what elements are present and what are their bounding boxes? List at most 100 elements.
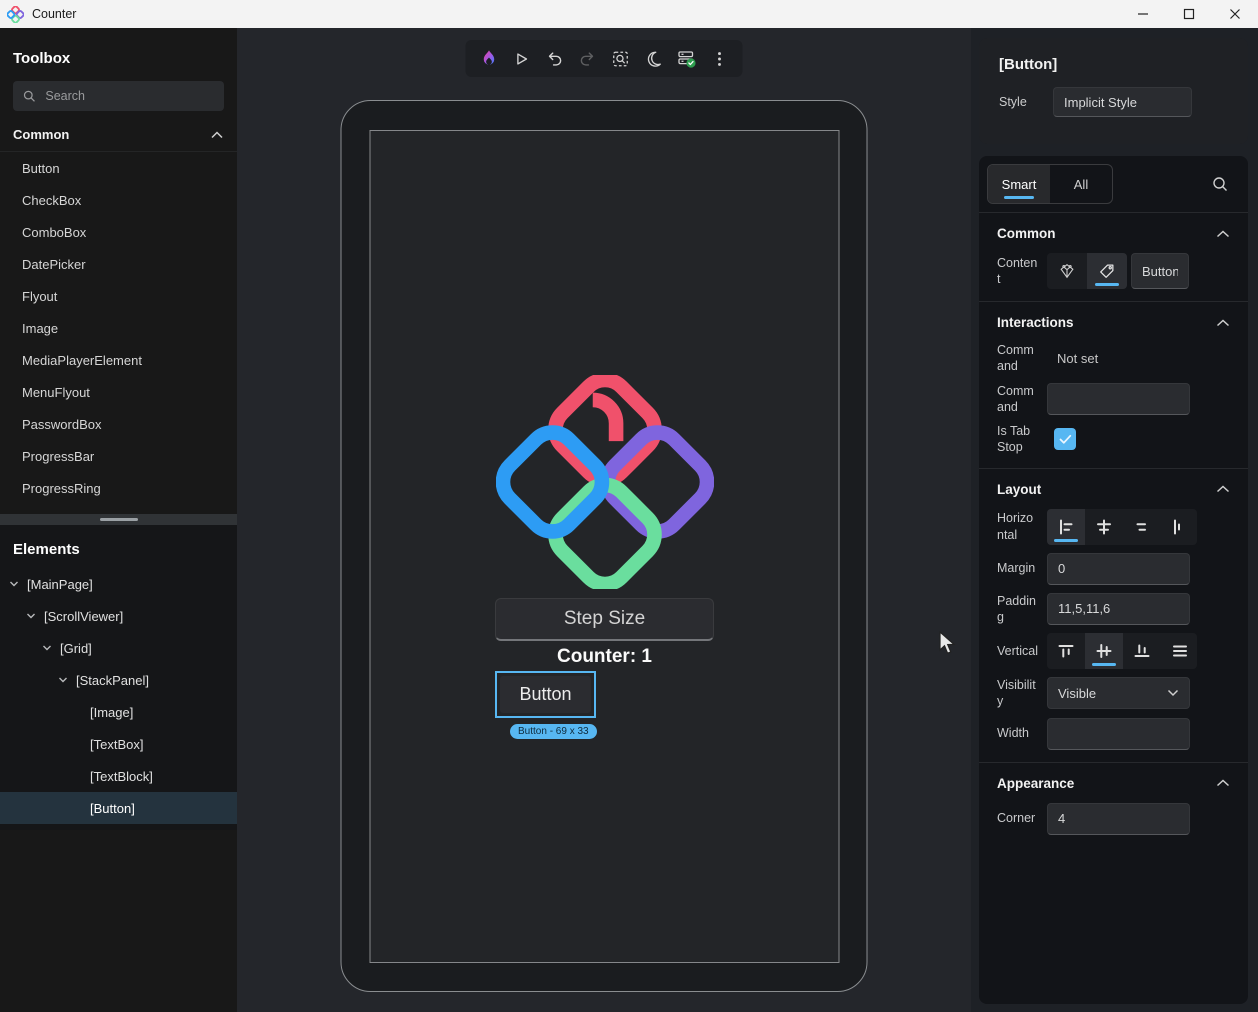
align-center-horizontal-icon[interactable] xyxy=(1085,509,1123,545)
is-tab-stop-checkbox[interactable] xyxy=(1054,428,1076,450)
stackpanel-content: Step Size Counter: 1 Button Button - 69 … xyxy=(495,375,714,739)
padding-input[interactable] xyxy=(1047,593,1190,625)
tree-item-scrollviewer[interactable]: [ScrollViewer] xyxy=(0,600,237,632)
command2-label: Command xyxy=(997,383,1039,416)
properties-search-icon[interactable] xyxy=(1212,176,1228,192)
redo-icon[interactable] xyxy=(576,47,600,71)
section-appearance[interactable]: Appearance xyxy=(979,763,1248,799)
panel-splitter[interactable] xyxy=(0,514,237,525)
theme-moon-icon[interactable] xyxy=(642,47,666,71)
visibility-select[interactable]: Visible xyxy=(1047,677,1190,709)
chevron-down-icon[interactable] xyxy=(42,643,52,653)
align-center-vertical-icon[interactable] xyxy=(1085,633,1123,669)
section-common[interactable]: Common xyxy=(979,213,1248,249)
toolbox-item-progressring[interactable]: ProgressRing xyxy=(0,472,237,504)
device-screen[interactable]: Step Size Counter: 1 Button Button - 69 … xyxy=(370,130,840,963)
close-button[interactable] xyxy=(1212,0,1258,28)
horizontal-alignment-label: Horizontal xyxy=(997,510,1039,543)
chevron-down-icon[interactable] xyxy=(58,675,68,685)
connection-ok-icon[interactable] xyxy=(675,47,699,71)
toolbox-item-mediaplayerelement[interactable]: MediaPlayerElement xyxy=(0,344,237,376)
titlebar: Counter xyxy=(0,0,1258,28)
mouse-cursor xyxy=(938,631,958,657)
play-icon[interactable] xyxy=(510,47,534,71)
content-mode-toggle xyxy=(1047,253,1127,289)
toolbox-item-flyout[interactable]: Flyout xyxy=(0,280,237,312)
toolbox-section-common[interactable]: Common xyxy=(0,117,237,152)
align-left-icon[interactable] xyxy=(1047,509,1085,545)
toolbox-item-datepicker[interactable]: DatePicker xyxy=(0,248,237,280)
zoom-selection-icon[interactable] xyxy=(609,47,633,71)
corner-label: Corner xyxy=(997,810,1039,826)
device-frame: Step Size Counter: 1 Button Button - 69 … xyxy=(341,100,868,992)
selected-element-title: [Button] xyxy=(991,50,1236,87)
vertical-alignment-label: Vertical xyxy=(997,643,1039,659)
padding-label: Padding xyxy=(997,593,1039,626)
toolbox-item-checkbox[interactable]: CheckBox xyxy=(0,184,237,216)
tree-item-button-selected[interactable]: [Button] xyxy=(0,792,237,824)
width-label: Width xyxy=(997,725,1039,741)
binding-icon[interactable] xyxy=(1047,253,1087,289)
design-canvas[interactable]: Step Size Counter: 1 Button Button - 69 … xyxy=(237,28,971,1012)
window-title: Counter xyxy=(32,7,76,21)
content-label: Content xyxy=(997,255,1039,288)
chevron-up-icon[interactable] xyxy=(1216,230,1230,238)
tree-item-stackpanel[interactable]: [StackPanel] xyxy=(0,664,237,696)
align-right-icon[interactable] xyxy=(1123,509,1161,545)
chevron-up-icon[interactable] xyxy=(1216,319,1230,327)
section-layout[interactable]: Layout xyxy=(979,469,1248,505)
toolbox-item-passwordbox[interactable]: PasswordBox xyxy=(0,408,237,440)
app-logo-icon xyxy=(7,6,24,23)
section-interactions[interactable]: Interactions xyxy=(979,302,1248,338)
check-icon xyxy=(1059,434,1072,445)
tree-item-textbox[interactable]: [TextBox] xyxy=(0,728,237,760)
toolbox-item-button[interactable]: Button xyxy=(0,152,237,184)
properties-card: Smart All Common Content xyxy=(979,156,1248,1004)
elements-panel: Elements [MainPage] [ScrollViewer] [Grid… xyxy=(0,525,237,830)
tag-icon[interactable] xyxy=(1087,253,1127,289)
style-label: Style xyxy=(999,95,1053,109)
visibility-label: Visibility xyxy=(997,677,1039,710)
align-top-icon[interactable] xyxy=(1047,633,1085,669)
toolbox-item-image[interactable]: Image xyxy=(0,312,237,344)
command-input[interactable] xyxy=(1047,383,1190,415)
undo-icon[interactable] xyxy=(543,47,567,71)
minimize-button[interactable] xyxy=(1120,0,1166,28)
chevron-down-icon xyxy=(1167,689,1179,697)
chevron-up-icon[interactable] xyxy=(1216,485,1230,493)
counter-textblock: Counter: 1 xyxy=(557,646,652,668)
align-bottom-icon[interactable] xyxy=(1123,633,1161,669)
tree-item-image[interactable]: [Image] xyxy=(0,696,237,728)
selected-button-outline[interactable]: Button xyxy=(495,671,596,718)
toolbox-item-combobox[interactable]: ComboBox xyxy=(0,216,237,248)
is-tab-stop-label: Is Tab Stop xyxy=(997,423,1039,456)
width-input[interactable] xyxy=(1047,718,1190,750)
tree-item-mainpage[interactable]: [MainPage] xyxy=(0,568,237,600)
chevron-down-icon[interactable] xyxy=(26,611,36,621)
tree-item-textblock[interactable]: [TextBlock] xyxy=(0,760,237,792)
search-input[interactable] xyxy=(45,89,214,103)
align-stretch-horizontal-icon[interactable] xyxy=(1161,509,1197,545)
tree-item-grid[interactable]: [Grid] xyxy=(0,632,237,664)
toolbox-item-menuflyout[interactable]: MenuFlyout xyxy=(0,376,237,408)
toolbox-title: Toolbox xyxy=(0,28,237,67)
chevron-up-icon[interactable] xyxy=(1216,779,1230,787)
maximize-button[interactable] xyxy=(1166,0,1212,28)
corner-input[interactable] xyxy=(1047,803,1190,835)
content-value-input[interactable] xyxy=(1131,253,1189,289)
step-size-textbox[interactable]: Step Size xyxy=(495,598,714,641)
toolbox-search[interactable] xyxy=(13,81,224,111)
chevron-down-icon[interactable] xyxy=(9,579,19,589)
button-control[interactable]: Button xyxy=(500,676,591,713)
more-kebab-icon[interactable] xyxy=(708,47,732,71)
uno-logo-image[interactable] xyxy=(496,375,714,589)
style-input[interactable] xyxy=(1053,87,1192,117)
hot-design-flame-icon[interactable] xyxy=(477,47,501,71)
horizontal-alignment-group xyxy=(1047,509,1197,545)
toolbox-item-progressbar[interactable]: ProgressBar xyxy=(0,440,237,472)
align-stretch-vertical-icon[interactable] xyxy=(1161,633,1197,669)
tab-smart[interactable]: Smart xyxy=(988,165,1050,203)
sidebar: Toolbox Common Button CheckBox ComboBox … xyxy=(0,28,237,1012)
tab-all[interactable]: All xyxy=(1050,165,1112,203)
margin-input[interactable] xyxy=(1047,553,1190,585)
